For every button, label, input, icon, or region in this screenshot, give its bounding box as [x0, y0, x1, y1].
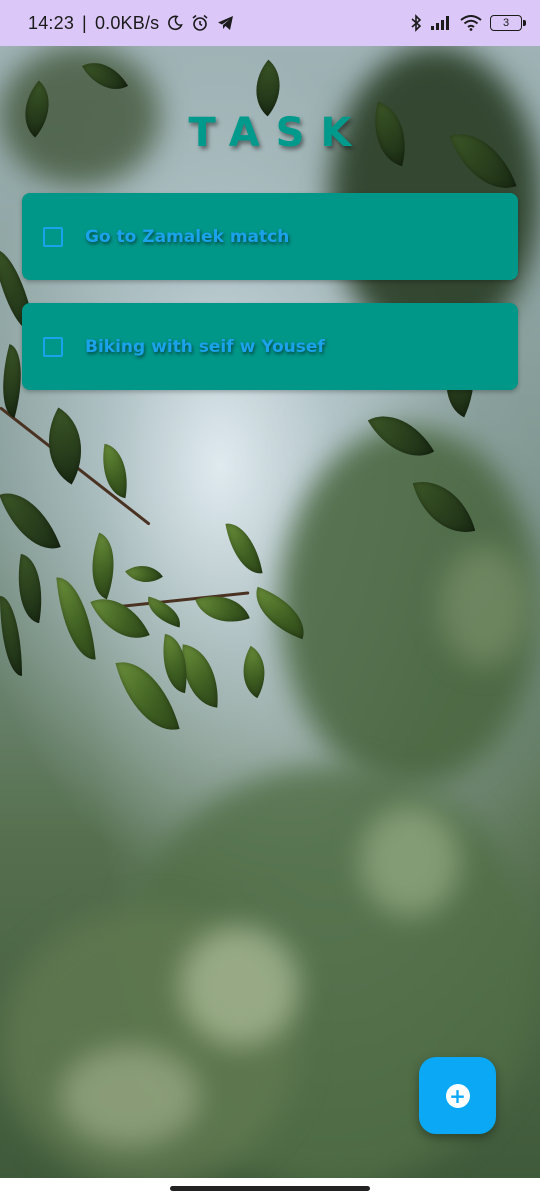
bluetooth-icon: [410, 14, 422, 32]
task-checkbox[interactable]: [43, 226, 63, 247]
bokeh-highlight: [180, 926, 300, 1046]
navigation-bar: [0, 1178, 540, 1200]
battery-icon: 3: [490, 15, 526, 31]
bokeh-highlight: [440, 546, 530, 666]
status-right: 3: [410, 14, 526, 32]
signal-icon: [430, 15, 452, 31]
wifi-icon: [460, 15, 482, 31]
task-list: Go to Zamalek match Biking with seif w Y…: [22, 193, 518, 413]
task-card[interactable]: Go to Zamalek match: [22, 193, 518, 280]
task-label: Go to Zamalek match: [85, 226, 290, 247]
gesture-handle[interactable]: [170, 1186, 370, 1191]
add-circle-icon: +: [445, 1083, 470, 1108]
bokeh-highlight: [60, 1046, 200, 1146]
status-time: 14:23: [28, 12, 75, 33]
status-left: 14:23 | 0.0KB/s: [28, 13, 234, 34]
status-bar: 14:23 | 0.0KB/s 3: [0, 0, 540, 46]
alarm-icon: [191, 14, 209, 32]
app-screen: 14:23 | 0.0KB/s 3 TASK Go to Zamalek mat…: [0, 0, 540, 1200]
bokeh-highlight: [360, 806, 460, 916]
moon-icon: [167, 15, 184, 31]
network-speed: 0.0KB/s: [94, 12, 160, 33]
task-label: Biking with seif w Yousef: [85, 336, 325, 357]
page-title: TASK: [188, 110, 368, 156]
status-separator: |: [82, 12, 87, 33]
add-task-button[interactable]: +: [419, 1057, 496, 1134]
task-card[interactable]: Biking with seif w Yousef: [22, 303, 518, 390]
task-checkbox[interactable]: [43, 336, 63, 357]
telegram-icon: [217, 15, 234, 31]
